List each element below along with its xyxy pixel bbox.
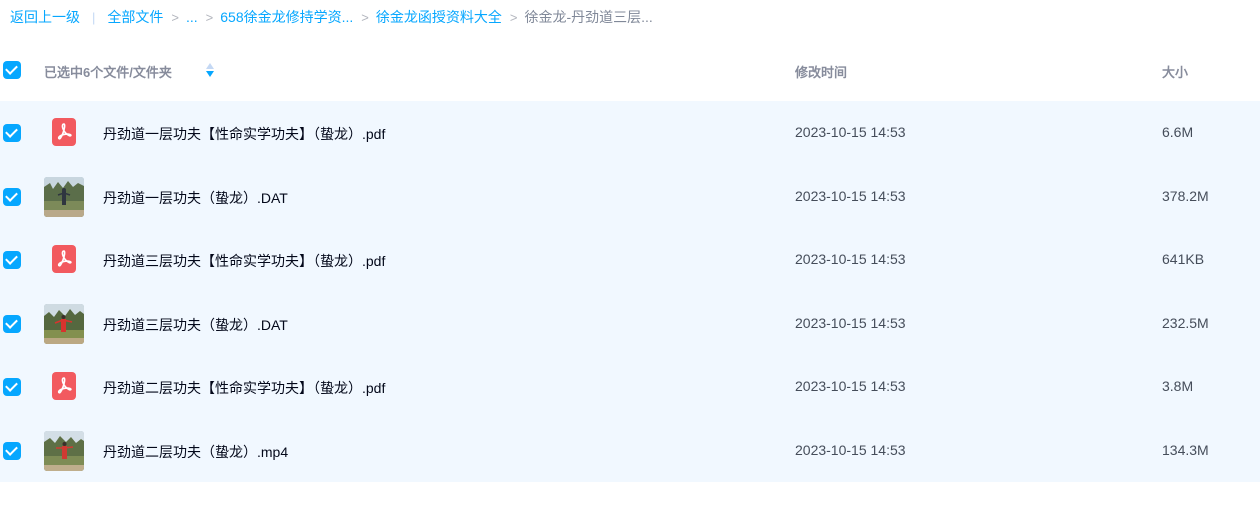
row-checkbox[interactable] [3,314,21,333]
file-row[interactable]: 丹劲道三层功夫【性命实学功夫】（蛰龙）.pdf 2023-10-15 14:53… [0,228,1260,292]
file-row[interactable]: 丹劲道三层功夫（蛰龙）.DAT 2023-10-15 14:53 232.5M [0,291,1260,355]
video-thumbnail [44,430,84,471]
file-name[interactable]: 丹劲道一层功夫【性命实学功夫】（蛰龙）.pdf [103,124,385,144]
breadcrumb-ellipsis[interactable]: ... [186,9,198,25]
file-name[interactable]: 丹劲道一层功夫（蛰龙）.DAT [103,188,288,208]
back-link[interactable]: 返回上一级 [10,7,80,27]
chevron-right-icon: > [171,9,179,25]
select-all-checkbox[interactable] [3,61,21,79]
file-size: 378.2M [1162,187,1209,204]
video-thumbnail [44,303,84,344]
size-header[interactable]: 大小 [1162,62,1188,81]
file-size: 6.6M [1162,124,1194,140]
file-modified-time: 2023-10-15 14:53 [795,314,906,331]
file-modified-time: 2023-10-15 14:53 [795,124,906,140]
file-size: 641KB [1162,251,1205,267]
breadcrumb-current: 徐金龙-丹劲道三层... [524,9,653,25]
chevron-right-icon: > [205,9,214,25]
breadcrumb-folder-correspondence[interactable]: 徐金龙函授资料大全 [376,7,502,27]
file-name[interactable]: 丹劲道三层功夫（蛰龙）.DAT [103,315,288,335]
pdf-icon [52,118,76,146]
selection-count-label: 已选中6个文件/文件夹 [44,65,172,80]
file-name[interactable]: 丹劲道二层功夫（蛰龙）.mp4 [103,442,288,462]
file-modified-time: 2023-10-15 14:53 [795,441,906,458]
file-name[interactable]: 丹劲道三层功夫【性命实学功夫】（蛰龙）.pdf [103,251,385,271]
chevron-right-icon: > [509,9,518,25]
chevron-right-icon: > [361,9,369,25]
file-list-header: 已选中6个文件/文件夹 修改时间 大小 [0,48,1260,92]
file-name[interactable]: 丹劲道二层功夫【性命实学功夫】（蛰龙）.pdf [103,378,385,398]
file-row[interactable]: 丹劲道二层功夫【性命实学功夫】（蛰龙）.pdf 2023-10-15 14:53… [0,355,1260,419]
file-modified-time: 2023-10-15 14:53 [795,378,906,394]
file-size: 134.3M [1162,441,1209,458]
file-size: 232.5M [1162,314,1209,331]
file-row[interactable]: 丹劲道一层功夫（蛰龙）.DAT 2023-10-15 14:53 378.2M [0,164,1260,228]
file-list: 丹劲道一层功夫【性命实学功夫】（蛰龙）.pdf 2023-10-15 14:53… [0,101,1260,482]
breadcrumb: 返回上一级 | 全部文件 > ... > 658徐金龙修持学资... > 徐金龙… [0,0,1260,34]
breadcrumb-all-files[interactable]: 全部文件 [107,7,163,27]
row-checkbox[interactable] [3,251,21,269]
row-checkbox[interactable] [3,441,21,460]
file-row[interactable]: 丹劲道一层功夫【性命实学功夫】（蛰龙）.pdf 2023-10-15 14:53… [0,101,1260,165]
row-checkbox[interactable] [3,124,21,142]
file-size: 3.8M [1162,378,1194,394]
row-checkbox[interactable] [3,378,21,396]
pdf-icon [52,372,76,400]
row-checkbox[interactable] [3,187,21,206]
file-modified-time: 2023-10-15 14:53 [795,187,906,204]
breadcrumb-divider: | [92,9,96,25]
video-thumbnail [44,176,84,217]
breadcrumb-folder-658[interactable]: 658徐金龙修持学资... [220,7,353,27]
file-modified-time: 2023-10-15 14:53 [795,251,906,267]
sort-icon[interactable] [205,62,215,78]
modified-time-header[interactable]: 修改时间 [795,62,847,81]
file-row[interactable]: 丹劲道二层功夫（蛰龙）.mp4 2023-10-15 14:53 134.3M [0,418,1260,482]
pdf-icon [52,245,76,273]
